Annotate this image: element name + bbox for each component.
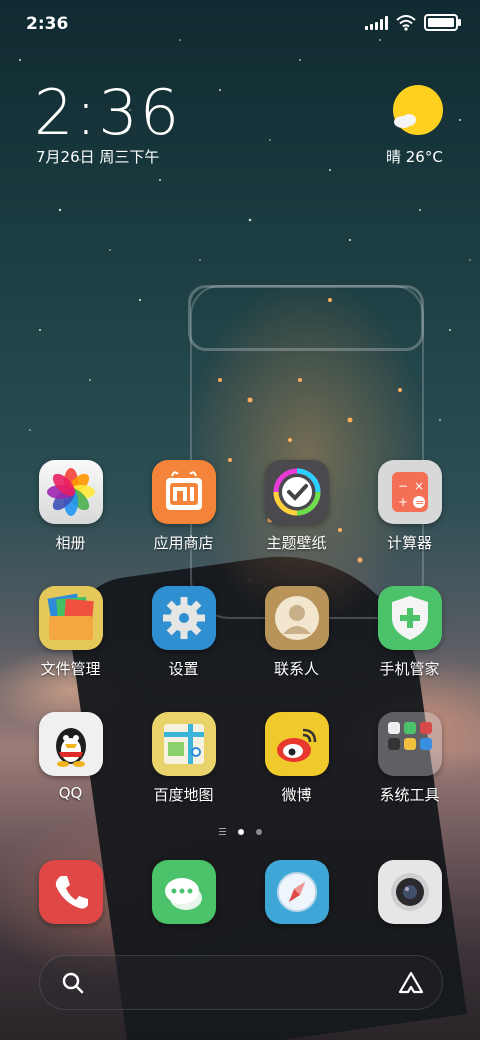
- app-security[interactable]: 手机管家: [353, 586, 466, 679]
- qq-penguin-icon: [38, 712, 103, 776]
- app-settings[interactable]: 设置: [127, 586, 240, 679]
- clock-widget-time[interactable]: 2:36: [34, 76, 181, 149]
- app-label: 设置: [168, 660, 199, 678]
- svg-text:+: +: [398, 495, 408, 509]
- app-label: 计算器: [386, 534, 432, 552]
- status-bar: 2:36: [0, 0, 480, 50]
- dock-camera[interactable]: [353, 860, 466, 924]
- app-photos[interactable]: 相册: [14, 460, 127, 553]
- app-file-manager[interactable]: 文件管理: [14, 586, 127, 679]
- messages-icon: [151, 860, 216, 924]
- jar-neck: [188, 285, 424, 351]
- app-calculator[interactable]: − × + = 计算器: [353, 460, 466, 553]
- sunny-cloud-icon[interactable]: [392, 84, 444, 136]
- page-indicator: [0, 828, 480, 835]
- app-contacts[interactable]: 联系人: [240, 586, 353, 679]
- svg-text:×: ×: [414, 479, 424, 493]
- app-label: 文件管理: [40, 660, 101, 678]
- app-label: 联系人: [273, 660, 319, 678]
- app-label: 应用商店: [153, 534, 214, 552]
- app-app-store[interactable]: 应用商店: [127, 460, 240, 553]
- clock-widget-date[interactable]: 7月26日 周三下午: [36, 146, 159, 167]
- battery-fill: [428, 18, 454, 27]
- app-label: 手机管家: [379, 660, 440, 678]
- weather-text[interactable]: 晴 26°C: [386, 146, 443, 167]
- settings-gear-icon: [151, 586, 216, 650]
- contacts-icon: [264, 586, 329, 650]
- dock-messages[interactable]: [127, 860, 240, 924]
- svg-text:−: −: [398, 479, 408, 493]
- baidu-map-icon: [151, 712, 216, 776]
- svg-text:=: =: [415, 496, 424, 509]
- calculator-icon: − × + =: [377, 460, 442, 524]
- battery-icon: [424, 14, 461, 31]
- folder-system-tools[interactable]: 系统工具: [353, 712, 466, 805]
- app-store-icon: [151, 460, 216, 524]
- app-label: 微博: [281, 786, 312, 804]
- app-label: QQ: [58, 784, 83, 802]
- dock-browser[interactable]: [240, 860, 353, 924]
- app-label: 百度地图: [153, 786, 214, 804]
- phone-icon: [38, 860, 103, 924]
- weibo-icon: [264, 712, 329, 776]
- app-label: 相册: [55, 534, 86, 552]
- security-shield-icon: [377, 586, 442, 650]
- app-qq[interactable]: QQ: [14, 712, 127, 802]
- page-dot-1[interactable]: [237, 828, 244, 835]
- dock-phone[interactable]: [14, 860, 127, 924]
- app-label: 主题壁纸: [266, 534, 327, 552]
- app-baidu-map[interactable]: 百度地图: [127, 712, 240, 805]
- search-icon: [62, 972, 84, 994]
- app-label: 系统工具: [379, 786, 440, 804]
- system-tools-folder-icon: [377, 712, 442, 776]
- assistant-logo-icon[interactable]: [398, 970, 424, 996]
- file-manager-icon: [38, 586, 103, 650]
- signal-icon: [365, 15, 388, 30]
- themes-icon: [264, 460, 329, 524]
- app-themes[interactable]: 主题壁纸: [240, 460, 353, 553]
- search-bar[interactable]: [39, 955, 443, 1010]
- app-weibo[interactable]: 微博: [240, 712, 353, 805]
- status-icons: [365, 14, 461, 31]
- browser-compass-icon: [264, 860, 329, 924]
- photos-icon: [38, 460, 103, 524]
- page-dot-2[interactable]: [255, 828, 262, 835]
- home-menu-icon[interactable]: [218, 828, 226, 835]
- wifi-icon: [396, 14, 416, 31]
- camera-icon: [377, 860, 442, 924]
- status-time: 2:36: [26, 14, 69, 34]
